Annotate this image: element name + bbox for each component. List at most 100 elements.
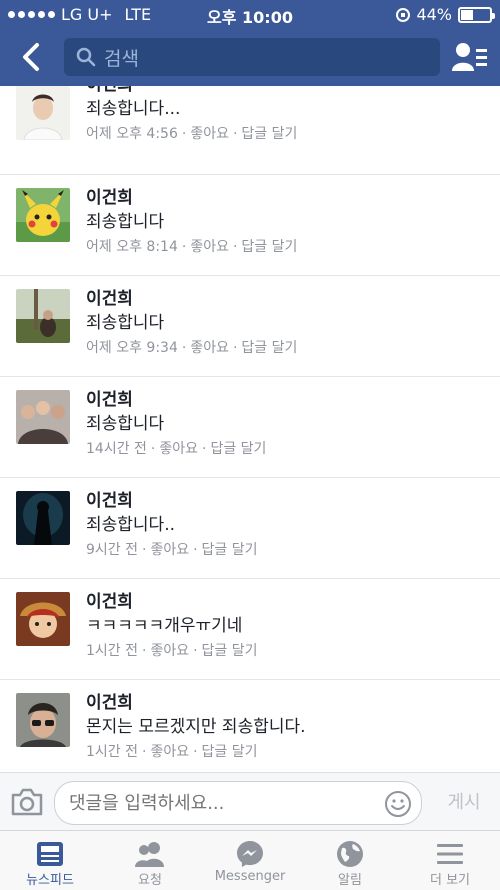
camera-button[interactable] — [10, 787, 44, 817]
back-button[interactable] — [14, 40, 48, 74]
sticker-button[interactable] — [384, 790, 412, 818]
rotation-lock-icon — [396, 7, 411, 22]
comment-item: 이건희 죄송합니다.. 9시간 전 · 좋아요 · 답글 달기 — [0, 478, 500, 579]
tab-notifications[interactable]: 알림 — [300, 831, 400, 890]
like-link[interactable]: 좋아요 — [190, 340, 229, 356]
comment-meta: 1시간 전 · 좋아요 · 답글 달기 — [86, 744, 258, 760]
tab-messenger[interactable]: Messenger — [200, 831, 300, 890]
comment-input[interactable] — [54, 781, 422, 825]
comment-text: 죄송합니다... — [86, 99, 181, 119]
status-right: 44% — [396, 5, 495, 24]
avatar[interactable] — [16, 693, 70, 747]
comment-item: 이건희 죄송합니다 어제 오후 8:14 · 좋아요 · 답글 달기 — [0, 175, 500, 276]
comment-item: 이건희 몬지는 모르겠지만 죄송합니다. 1시간 전 · 좋아요 · 답글 달기 — [0, 680, 500, 772]
reply-link[interactable]: 답글 달기 — [202, 643, 258, 659]
search-placeholder: 검색 — [104, 47, 139, 70]
search-bar[interactable]: 검색 — [64, 38, 440, 76]
comment-item: 이건희 죄송합니다 어제 오후 9:34 · 좋아요 · 답글 달기 — [0, 276, 500, 377]
avatar[interactable] — [16, 592, 70, 646]
like-link[interactable]: 좋아요 — [190, 239, 229, 255]
avatar[interactable] — [16, 86, 70, 140]
avatar[interactable] — [16, 188, 70, 242]
comment-text: 죄송합니다 — [86, 212, 165, 232]
like-link[interactable]: 좋아요 — [150, 643, 189, 659]
comment-body: 이건희 죄송합니다 어제 오후 8:14 · 좋아요 · 답글 달기 — [86, 187, 297, 259]
reply-link[interactable]: 답글 달기 — [210, 441, 266, 457]
comment-meta: 어제 오후 8:14 · 좋아요 · 답글 달기 — [86, 239, 298, 255]
comment-text: 죄송합니다.. — [86, 515, 176, 535]
battery-percent: 44% — [416, 5, 452, 24]
like-link[interactable]: 좋아요 — [190, 126, 229, 142]
avatar[interactable] — [16, 289, 70, 343]
status-bar: LG U+ LTE 오후 10:00 44% — [0, 0, 500, 28]
comments-list: 이건희 죄송합니다... 어제 오후 4:56·좋아요·답글 달기 — [0, 86, 500, 772]
group-photo-avatar — [16, 390, 70, 444]
globe-notifications-icon — [337, 841, 363, 867]
reply-link[interactable]: 답글 달기 — [241, 126, 297, 142]
comment-body: 이건희 죄송합니다 14시간 전 · 좋아요 · 답글 달기 — [86, 389, 266, 461]
reply-link[interactable]: 답글 달기 — [202, 744, 258, 760]
outdoor-photo-avatar — [16, 289, 70, 343]
messenger-icon — [237, 841, 263, 867]
reply-link[interactable]: 답글 달기 — [202, 542, 258, 558]
tab-label: Messenger — [214, 869, 286, 884]
tab-newsfeed[interactable]: 뉴스피드 — [0, 831, 100, 890]
reply-link[interactable]: 답글 달기 — [241, 340, 297, 356]
comment-author[interactable]: 이건희 — [86, 490, 258, 512]
tab-label: 알림 — [338, 873, 362, 888]
comment-meta: 9시간 전 · 좋아요 · 답글 달기 — [86, 542, 258, 558]
friends-list-icon — [452, 43, 487, 71]
comment-body: 이건희 죄송합니다.. 9시간 전 · 좋아요 · 답글 달기 — [86, 490, 258, 562]
comment-item: 이건희 죄송합니다 14시간 전 · 좋아요 · 답글 달기 — [0, 377, 500, 478]
comment-time: 어제 오후 9:34 — [86, 340, 178, 356]
chevron-left-icon — [23, 43, 39, 71]
newsfeed-icon — [37, 842, 63, 866]
tab-more[interactable]: 더 보기 — [400, 831, 500, 890]
tab-label: 요청 — [138, 873, 162, 888]
like-link[interactable]: 좋아요 — [150, 744, 189, 760]
profile-photo-avatar — [16, 86, 70, 140]
comment-text: ㅋㅋㅋㅋㅋ개우ㅠ기네 — [86, 616, 243, 636]
like-link[interactable]: 좋아요 — [159, 441, 198, 457]
comment-author[interactable]: 이건희 — [86, 86, 297, 96]
post-button[interactable]: 게시 — [436, 789, 492, 817]
pikachu-avatar — [16, 188, 70, 242]
comment-author[interactable]: 이건희 — [86, 288, 297, 310]
comment-time: 14시간 전 — [86, 441, 147, 457]
like-link[interactable]: 좋아요 — [150, 542, 189, 558]
comment-author[interactable]: 이건희 — [86, 389, 266, 411]
comment-meta: 어제 오후 9:34 · 좋아요 · 답글 달기 — [86, 340, 298, 356]
comment-author[interactable]: 이건희 — [86, 187, 297, 209]
comment-time: 1시간 전 — [86, 744, 138, 760]
comment-body: 이건희 죄송합니다... 어제 오후 4:56·좋아요·답글 달기 — [86, 86, 297, 146]
comment-time: 9시간 전 — [86, 542, 138, 558]
dark-figure-avatar — [16, 491, 70, 545]
anime-character-avatar — [16, 592, 70, 646]
selfie-avatar — [16, 693, 70, 747]
tab-requests[interactable]: 요청 — [100, 831, 200, 890]
avatar[interactable] — [16, 390, 70, 444]
nav-bar: 검색 — [0, 28, 500, 86]
comment-meta: 1시간 전 · 좋아요 · 답글 달기 — [86, 643, 258, 659]
reply-link[interactable]: 답글 달기 — [241, 239, 297, 255]
battery-icon — [458, 6, 495, 23]
comment-body: 이건희 몬지는 모르겠지만 죄송합니다. 1시간 전 · 좋아요 · 답글 달기 — [86, 692, 306, 764]
comment-composer: 게시 — [0, 772, 500, 830]
friends-button[interactable] — [452, 41, 488, 73]
comment-meta: 어제 오후 4:56 · 좋아요 · 답글 달기 — [86, 126, 298, 142]
menu-icon — [437, 844, 463, 864]
comment-author[interactable]: 이건희 — [86, 692, 306, 714]
friend-requests-icon — [135, 842, 164, 867]
avatar[interactable] — [16, 491, 70, 545]
search-icon — [76, 47, 96, 67]
tab-bar: 뉴스피드 요청 Messenger 알림 더 보기 — [0, 830, 500, 890]
comment-text: 죄송합니다 — [86, 313, 165, 333]
comment-meta: 14시간 전 · 좋아요 · 답글 달기 — [86, 441, 267, 457]
tab-label: 더 보기 — [429, 873, 470, 888]
comment-time: 어제 오후 8:14 — [86, 239, 178, 255]
comment-author[interactable]: 이건희 — [86, 591, 258, 613]
comment-body: 이건희 죄송합니다 어제 오후 9:34 · 좋아요 · 답글 달기 — [86, 288, 297, 360]
smiley-icon — [385, 791, 411, 817]
comment-item: 이건희 ㅋㅋㅋㅋㅋ개우ㅠ기네 1시간 전 · 좋아요 · 답글 달기 — [0, 579, 500, 680]
comment-time: 어제 오후 4:56 — [86, 126, 178, 142]
